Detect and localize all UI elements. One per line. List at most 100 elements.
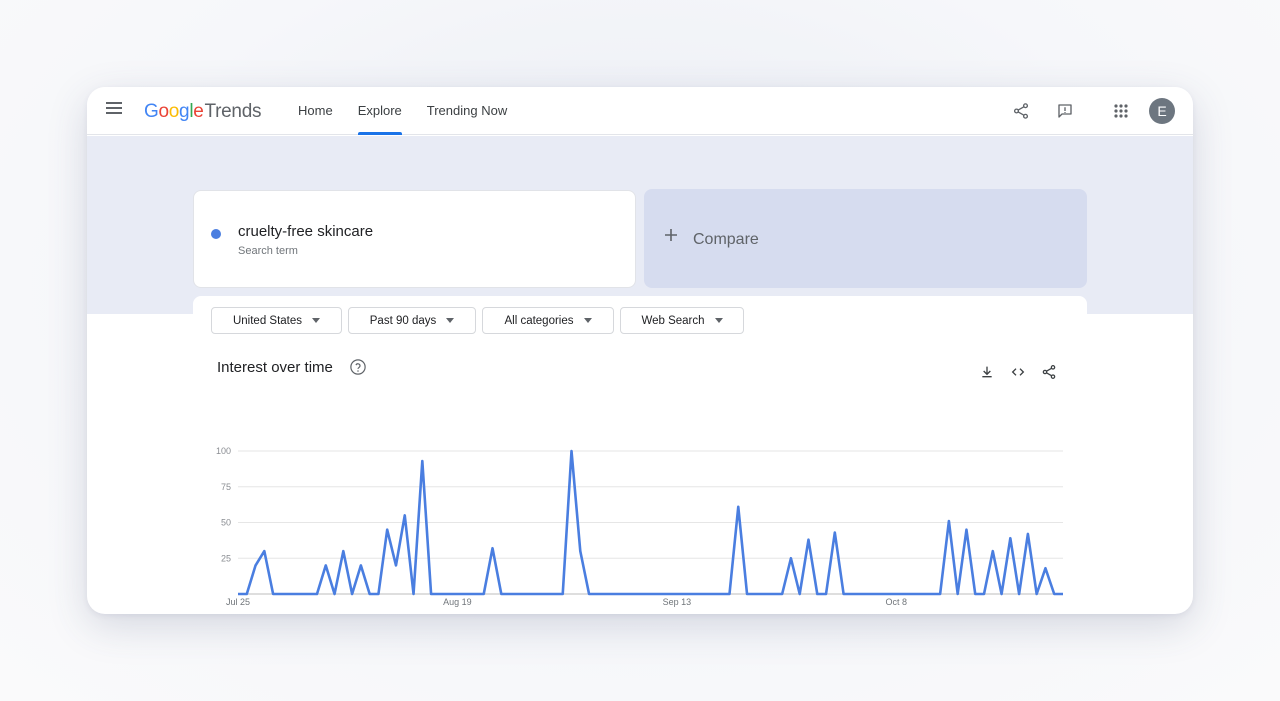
data-point[interactable] [525,591,531,597]
data-point[interactable] [955,591,961,597]
data-point[interactable] [454,591,460,597]
data-point[interactable] [332,591,338,597]
data-point[interactable] [867,591,873,597]
data-point[interactable] [472,591,478,597]
feedback-icon[interactable] [1051,97,1079,125]
data-point[interactable] [1060,591,1066,597]
data-point[interactable] [630,591,636,597]
data-point[interactable] [375,591,381,597]
data-point[interactable] [779,591,785,597]
data-point[interactable] [305,591,311,597]
search-term-card[interactable]: cruelty-free skincare Search term [193,190,636,288]
data-point[interactable] [832,530,838,536]
nav-home[interactable]: Home [298,87,333,135]
category-select[interactable]: All categories [482,307,614,334]
download-icon[interactable] [973,358,1001,386]
data-point[interactable] [481,591,487,597]
data-point[interactable] [683,591,689,597]
data-point[interactable] [1016,591,1022,597]
data-point[interactable] [507,591,513,597]
data-point[interactable] [841,591,847,597]
data-point[interactable] [253,562,259,568]
data-point[interactable] [674,591,680,597]
data-point[interactable] [516,591,522,597]
data-point[interactable] [367,591,373,597]
data-point[interactable] [604,591,610,597]
nav-trending-now[interactable]: Trending Now [427,87,507,135]
data-point[interactable] [560,591,566,597]
data-point[interactable] [621,591,627,597]
data-point[interactable] [1034,591,1040,597]
data-point[interactable] [577,548,583,554]
data-point[interactable] [691,591,697,597]
data-point[interactable] [963,527,969,533]
data-point[interactable] [419,458,425,464]
data-point[interactable] [648,591,654,597]
data-point[interactable] [595,591,601,597]
data-point[interactable] [569,448,575,454]
data-point[interactable] [902,591,908,597]
data-point[interactable] [770,591,776,597]
share-icon[interactable] [1007,97,1035,125]
data-point[interactable] [893,591,899,597]
data-point[interactable] [726,591,732,597]
data-point[interactable] [709,591,715,597]
data-point[interactable] [358,562,364,568]
region-select[interactable]: United States [211,307,342,334]
data-point[interactable] [446,591,452,597]
data-point[interactable] [235,591,241,597]
data-point[interactable] [700,591,706,597]
data-point[interactable] [384,527,390,533]
data-point[interactable] [946,518,952,524]
data-point[interactable] [586,591,592,597]
google-trends-logo[interactable]: GoogleTrends [144,101,261,123]
data-point[interactable] [349,591,355,597]
data-point[interactable] [323,562,329,568]
data-point[interactable] [884,591,890,597]
data-point[interactable] [542,591,548,597]
data-point[interactable] [498,591,504,597]
data-point[interactable] [639,591,645,597]
data-point[interactable] [533,591,539,597]
data-point[interactable] [612,591,618,597]
data-point[interactable] [753,591,759,597]
data-point[interactable] [402,512,408,518]
data-point[interactable] [823,591,829,597]
data-point[interactable] [314,591,320,597]
data-point[interactable] [244,591,250,597]
share-icon[interactable] [1035,358,1063,386]
data-point[interactable] [920,591,926,597]
data-point[interactable] [937,591,943,597]
data-point[interactable] [490,545,496,551]
data-point[interactable] [393,562,399,568]
data-point[interactable] [814,591,820,597]
data-point[interactable] [411,591,417,597]
data-point[interactable] [428,591,434,597]
data-point[interactable] [928,591,934,597]
data-point[interactable] [788,555,794,561]
data-point[interactable] [1025,531,1031,537]
data-point[interactable] [744,591,750,597]
data-point[interactable] [972,591,978,597]
data-point[interactable] [805,537,811,543]
data-point[interactable] [876,591,882,597]
search-term-title[interactable]: cruelty-free skincare [238,223,373,240]
menu-icon[interactable] [106,102,124,120]
data-point[interactable] [1042,565,1048,571]
data-point[interactable] [437,591,443,597]
data-point[interactable] [911,591,917,597]
data-point[interactable] [1007,535,1013,541]
account-avatar[interactable]: E [1149,98,1175,124]
embed-icon[interactable] [1004,358,1032,386]
data-point[interactable] [858,591,864,597]
data-point[interactable] [990,548,996,554]
search-type-select[interactable]: Web Search [620,307,744,334]
data-point[interactable] [296,591,302,597]
data-point[interactable] [849,591,855,597]
data-point[interactable] [981,591,987,597]
data-point[interactable] [261,548,267,554]
data-point[interactable] [656,591,662,597]
data-point[interactable] [463,591,469,597]
compare-button[interactable]: Compare [644,189,1087,288]
nav-explore[interactable]: Explore [357,87,402,135]
